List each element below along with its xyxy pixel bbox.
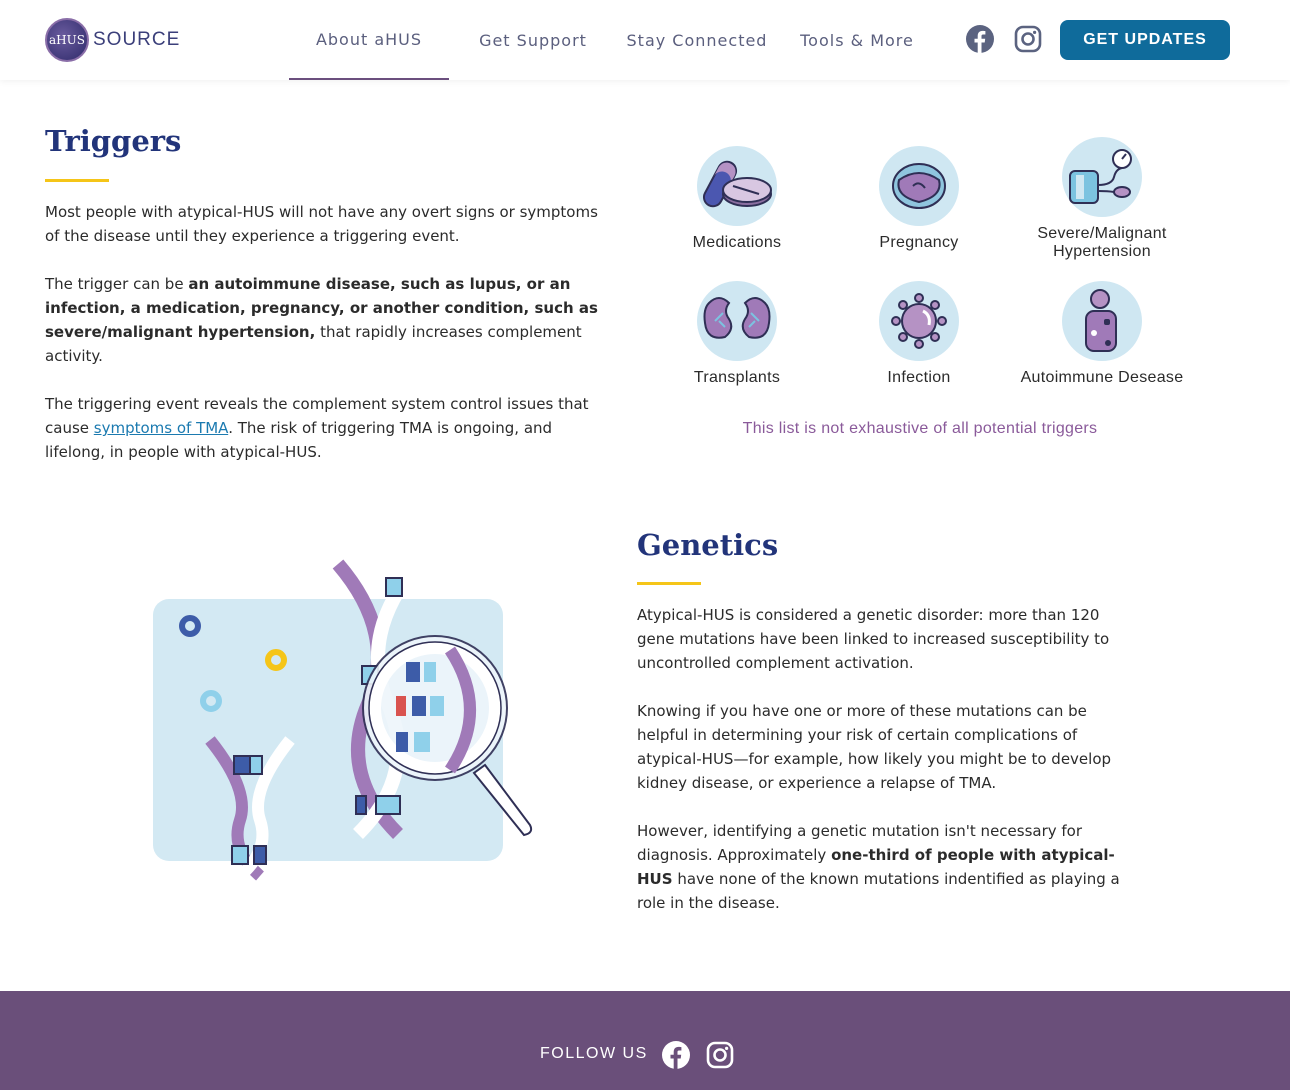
trigger-label: Severe/Malignant Hypertension xyxy=(1037,225,1167,260)
nav-get-support[interactable]: Get Support xyxy=(449,0,617,80)
facebook-icon xyxy=(966,25,994,53)
get-updates-button[interactable]: GET UPDATES xyxy=(1060,20,1230,60)
trigger-pregnancy: Pregnancy xyxy=(829,146,1009,252)
symptoms-of-tma-link[interactable]: symptoms of TMA xyxy=(94,419,228,437)
genetics-paragraph-3: However, identifying a genetic mutation … xyxy=(637,819,1147,915)
logo-text: SOURCE xyxy=(93,29,181,50)
dna-illustration xyxy=(150,550,550,890)
trigger-label: Medications xyxy=(692,234,782,251)
trigger-label: Pregnancy xyxy=(879,234,959,251)
triggers-paragraph-2: The trigger can be an autoimmune disease… xyxy=(45,272,605,368)
trigger-label: Autoimmune Desease xyxy=(1020,369,1184,386)
site-footer xyxy=(0,991,1290,1090)
triggers-paragraph-1: Most people with atypical-HUS will not h… xyxy=(45,203,598,245)
site-header: aHUS SOURCE About aHUS Get Support Stay … xyxy=(0,0,1290,80)
triggers-paragraph-3: The triggering event reveals the complem… xyxy=(45,392,605,464)
trigger-autoimmune: Autoimmune Desease xyxy=(1012,281,1192,387)
footer-instagram-link[interactable] xyxy=(706,1041,734,1073)
site-logo[interactable]: aHUS SOURCE xyxy=(45,18,180,62)
trigger-medications: Medications xyxy=(647,146,827,252)
follow-us-label: FOLLOW US xyxy=(540,1045,648,1062)
kidneys-icon xyxy=(697,281,777,361)
nav-tools-more[interactable]: Tools & More xyxy=(777,0,937,80)
trigger-transplants: Transplants xyxy=(647,281,827,387)
instagram-icon xyxy=(706,1041,734,1069)
instagram-icon xyxy=(1014,25,1042,53)
triggers-heading-underline xyxy=(45,179,109,182)
triggers-p2-text: The trigger can be xyxy=(45,275,189,293)
genetics-heading: Genetics xyxy=(637,528,779,562)
trigger-label: Transplants xyxy=(693,369,781,386)
cell-icon xyxy=(1062,281,1142,361)
uterus-icon xyxy=(879,146,959,226)
facebook-icon xyxy=(662,1041,690,1069)
header-facebook-link[interactable] xyxy=(966,25,994,53)
blood-pressure-icon xyxy=(1062,137,1142,217)
main-nav: About aHUS Get Support Stay Connected To… xyxy=(289,0,937,80)
genetics-paragraph-1: Atypical-HUS is considered a genetic dis… xyxy=(637,606,1110,672)
trigger-infection: Infection xyxy=(829,281,1009,387)
trigger-label: Infection xyxy=(887,369,951,386)
virus-icon xyxy=(879,281,959,361)
nav-stay-connected[interactable]: Stay Connected xyxy=(617,0,777,80)
header-instagram-link[interactable] xyxy=(1014,25,1042,53)
triggers-note: This list is not exhaustive of all poten… xyxy=(742,420,1098,437)
genetics-paragraph-2: Knowing if you have one or more of these… xyxy=(637,702,1112,792)
nav-about-ahus[interactable]: About aHUS xyxy=(289,0,449,80)
logo-badge: aHUS xyxy=(45,18,89,62)
triggers-heading: Triggers xyxy=(45,124,182,158)
genetics-p3-text-end: have none of the known mutations indenti… xyxy=(637,870,1120,912)
footer-facebook-link[interactable] xyxy=(662,1041,690,1073)
trigger-hypertension: Severe/Malignant Hypertension xyxy=(1012,137,1192,261)
genetics-heading-underline xyxy=(637,582,701,585)
pills-icon xyxy=(697,146,777,226)
